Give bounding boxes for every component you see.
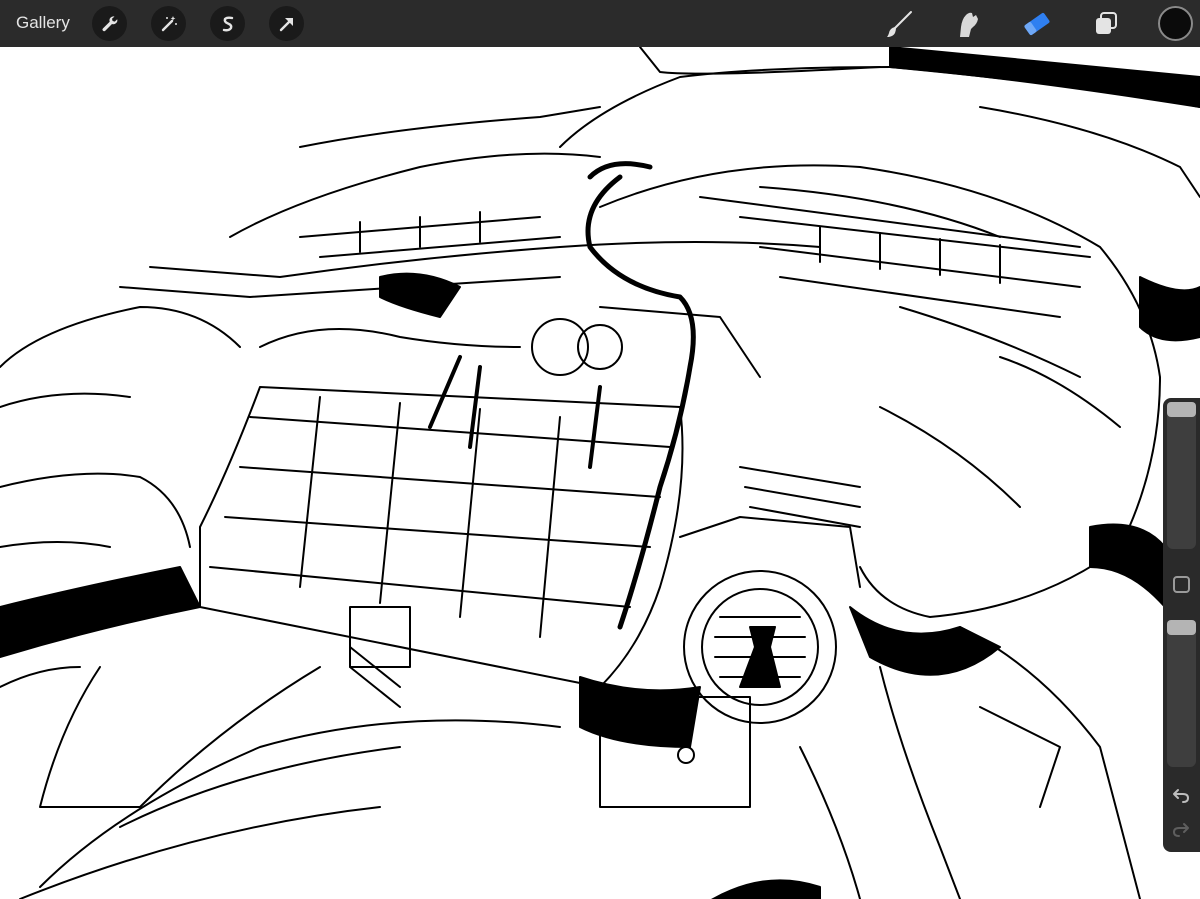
layers-icon[interactable]: [1089, 7, 1123, 41]
current-color-swatch[interactable]: [1158, 6, 1193, 41]
drawing-canvas[interactable]: [0, 47, 1200, 899]
transform-arrow-icon[interactable]: [269, 6, 304, 41]
redo-icon[interactable]: [1170, 818, 1192, 840]
selection-s-icon[interactable]: [210, 6, 245, 41]
brush-size-slider[interactable]: [1167, 402, 1196, 549]
brush-sidebar: [1163, 398, 1200, 852]
opacity-slider[interactable]: [1167, 620, 1196, 767]
gallery-button[interactable]: Gallery: [16, 13, 70, 33]
smudge-icon[interactable]: [950, 7, 984, 41]
opacity-slider-thumb[interactable]: [1167, 620, 1196, 635]
modify-button[interactable]: [1173, 576, 1190, 593]
ink-drawing-artwork: [0, 47, 1200, 899]
adjustments-magic-wand-icon[interactable]: [151, 6, 186, 41]
actions-wrench-icon[interactable]: [92, 6, 127, 41]
brush-icon[interactable]: [882, 7, 916, 41]
top-toolbar: Gallery: [0, 0, 1200, 47]
undo-icon[interactable]: [1170, 784, 1192, 806]
brush-size-slider-thumb[interactable]: [1167, 402, 1196, 417]
eraser-icon[interactable]: [1020, 7, 1054, 41]
